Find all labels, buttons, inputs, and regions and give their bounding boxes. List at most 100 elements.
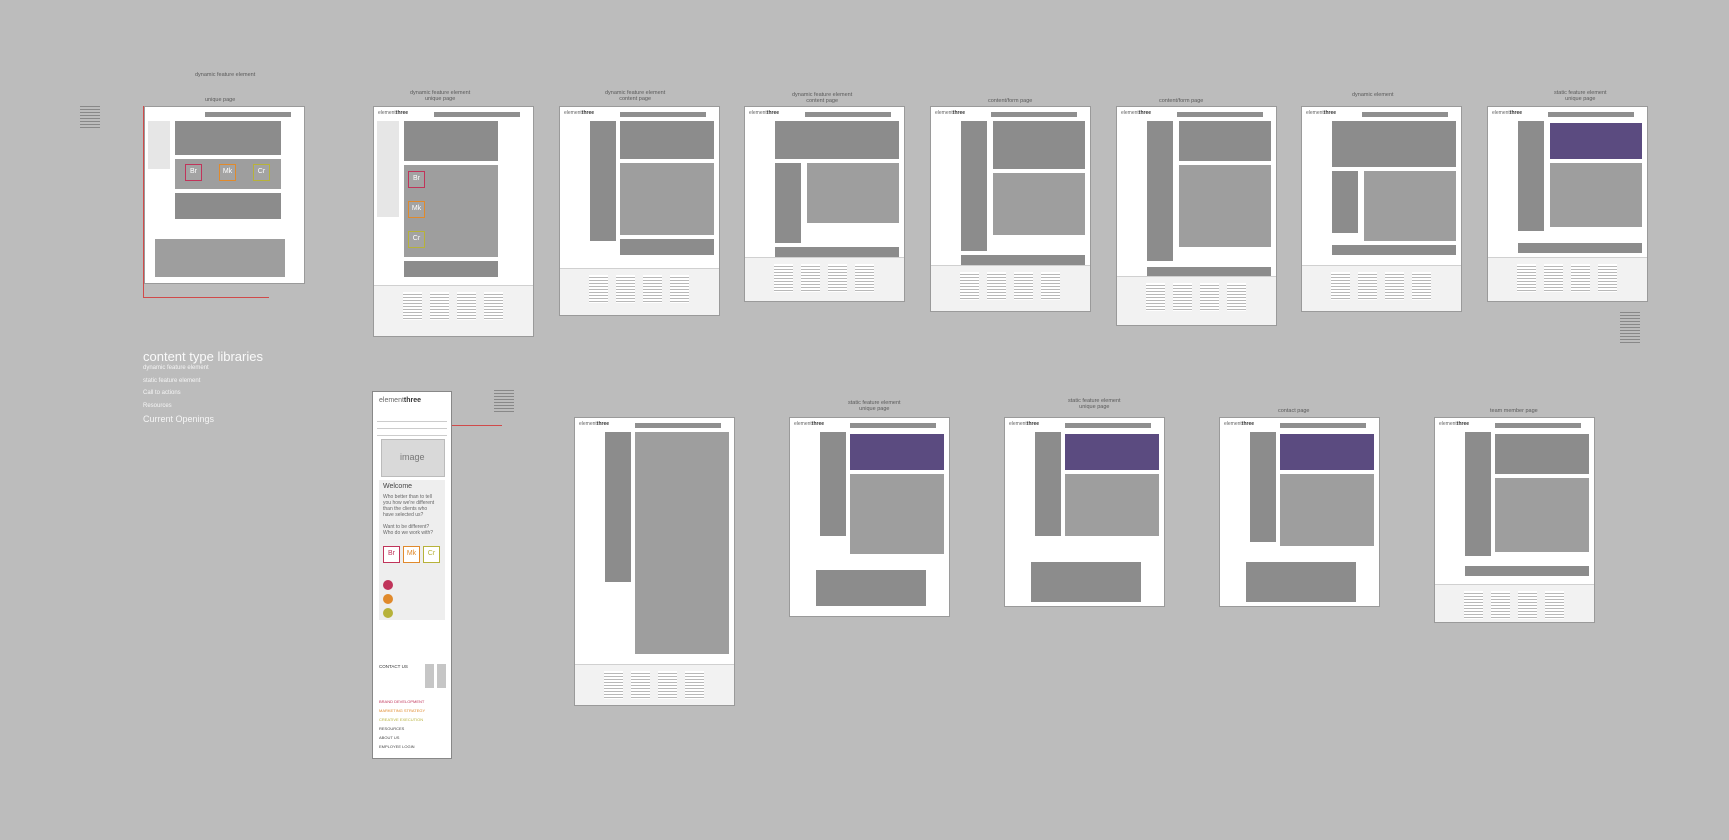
bullet-mk-icon <box>383 594 393 604</box>
hero-panel <box>1332 121 1456 167</box>
side-panel <box>1035 432 1061 536</box>
text-block-panel <box>1550 163 1642 227</box>
wire-title: dynamic element <box>1352 92 1394 98</box>
product-mk-icon: Mk <box>219 164 236 181</box>
mobile-link-marketing[interactable]: MARKETING STRATEGY <box>379 708 425 713</box>
mobile-link-about[interactable]: ABOUT US <box>379 735 399 740</box>
wireframe-dynamic-content-2[interactable]: elementthree <box>744 106 905 302</box>
wireframe-content-form-2[interactable]: elementthree <box>1116 106 1277 326</box>
library-title: content type libraries <box>143 349 263 364</box>
cta-panel <box>1465 566 1589 576</box>
library-item-openings[interactable]: Current Openings <box>143 414 214 424</box>
wireframe-static-unique[interactable]: elementthree <box>1487 106 1648 302</box>
logo: elementthree <box>1224 421 1255 427</box>
product-cr-icon: Cr <box>408 231 425 248</box>
wire-title: dynamic feature element unique page <box>410 90 471 102</box>
side-panel <box>775 163 801 243</box>
library-item-static[interactable]: static feature element <box>143 378 200 384</box>
mobile-logo: elementthree <box>379 397 422 404</box>
logo: elementthree <box>794 421 825 427</box>
main-nav <box>805 112 892 117</box>
feature-panel <box>155 239 285 277</box>
footer <box>1302 265 1461 311</box>
wireframe-resources-grid[interactable]: elementthree <box>574 417 735 706</box>
logo: elementthree <box>579 421 610 427</box>
side-panel <box>820 432 846 536</box>
side-panel <box>1518 121 1544 231</box>
wireframe-team-member[interactable]: elementthree <box>1434 417 1595 623</box>
wire-title: team member page <box>1490 408 1538 414</box>
wire-title: static feature element unique page <box>848 400 901 412</box>
image-label: image <box>400 452 425 462</box>
main-nav <box>620 112 707 117</box>
contact-us-label[interactable]: CONTACT US <box>379 664 408 669</box>
main-nav <box>1280 423 1367 428</box>
mobile-nav[interactable] <box>377 415 447 441</box>
wireframe-dynamic-unique[interactable]: elementthree Br Mk Cr <box>373 106 534 337</box>
footer <box>560 268 719 315</box>
grid-panel <box>635 432 729 654</box>
hero-panel <box>1179 121 1271 161</box>
products-panel: Br Mk Cr <box>175 159 281 189</box>
static-bg-panel <box>1550 123 1642 159</box>
wire-title: dynamic feature element content page <box>605 90 666 102</box>
side-panel <box>1250 432 1276 542</box>
text-block-panel <box>1364 171 1456 241</box>
hero-panel <box>404 121 498 161</box>
logo: elementthree <box>1009 421 1040 427</box>
mobile-wireframe[interactable]: elementthree image Welcome Who better th… <box>372 391 452 759</box>
dynamic-element-label: dynamic feature element <box>195 72 256 78</box>
mobile-br-icon: Br <box>383 546 400 563</box>
annotation-note <box>494 388 514 412</box>
wireframe-unique-page[interactable]: Br Mk Cr <box>144 106 305 284</box>
main-nav <box>1065 423 1152 428</box>
mobile-cr-icon: Cr <box>423 546 440 563</box>
logo: elementthree <box>564 110 595 116</box>
footer <box>1488 257 1647 301</box>
mobile-link-creative[interactable]: CREATIVE EXECUTION <box>379 717 423 722</box>
wireframe-contact[interactable]: elementthree <box>1219 417 1380 607</box>
library-item-dynamic[interactable]: dynamic feature element <box>143 365 209 371</box>
mobile-link-resources[interactable]: RESOURCES <box>379 726 404 731</box>
bullet-br-icon <box>383 580 393 590</box>
annotation-note <box>1620 310 1640 344</box>
wireframe-dynamic-content[interactable]: elementthree <box>559 106 720 316</box>
main-nav <box>1495 423 1582 428</box>
contact-form-panel <box>1280 474 1374 546</box>
wireframe-static-unique-3[interactable]: elementthree <box>1004 417 1165 607</box>
mobile-link-brand[interactable]: BRAND DEVELOPMENT <box>379 699 424 704</box>
library-item-resources[interactable]: Resources <box>143 403 172 409</box>
cta-panel <box>1518 243 1642 253</box>
products-panel: Br Mk Cr <box>404 165 498 257</box>
annotation-note <box>80 104 100 128</box>
logo: elementthree <box>1306 110 1337 116</box>
mobile-link-login[interactable]: EMPLOYEE LOGIN <box>379 744 415 749</box>
main-nav <box>991 112 1078 117</box>
library-item-cta[interactable]: Call to actions <box>143 390 181 396</box>
text-block-panel <box>807 163 899 223</box>
main-nav <box>850 423 937 428</box>
feature-panel <box>816 570 926 606</box>
main-nav <box>1177 112 1264 117</box>
logo: elementthree <box>749 110 780 116</box>
wireframe-dynamic-element[interactable]: elementthree <box>1301 106 1462 312</box>
callout-line <box>143 297 269 298</box>
welcome-intro-2: Want to be different? Who do we work wit… <box>383 524 434 536</box>
left-sidebar <box>148 121 170 169</box>
social-icons[interactable] <box>425 664 447 688</box>
wireframe-content-form[interactable]: elementthree <box>930 106 1091 312</box>
welcome-heading: Welcome <box>383 483 413 490</box>
footer <box>931 265 1090 311</box>
main-nav <box>1362 112 1449 117</box>
footer <box>1117 276 1276 325</box>
side-panel <box>1332 171 1358 233</box>
side-panel <box>590 121 616 241</box>
cta-panel <box>620 239 714 255</box>
logo: elementthree <box>1439 421 1470 427</box>
map-panel <box>1280 434 1374 470</box>
wireframe-static-unique-2[interactable]: elementthree <box>789 417 950 617</box>
cta-panel <box>961 255 1085 265</box>
form-panel <box>1179 165 1271 247</box>
hero-panel <box>175 121 281 155</box>
left-sidebar <box>377 121 399 217</box>
